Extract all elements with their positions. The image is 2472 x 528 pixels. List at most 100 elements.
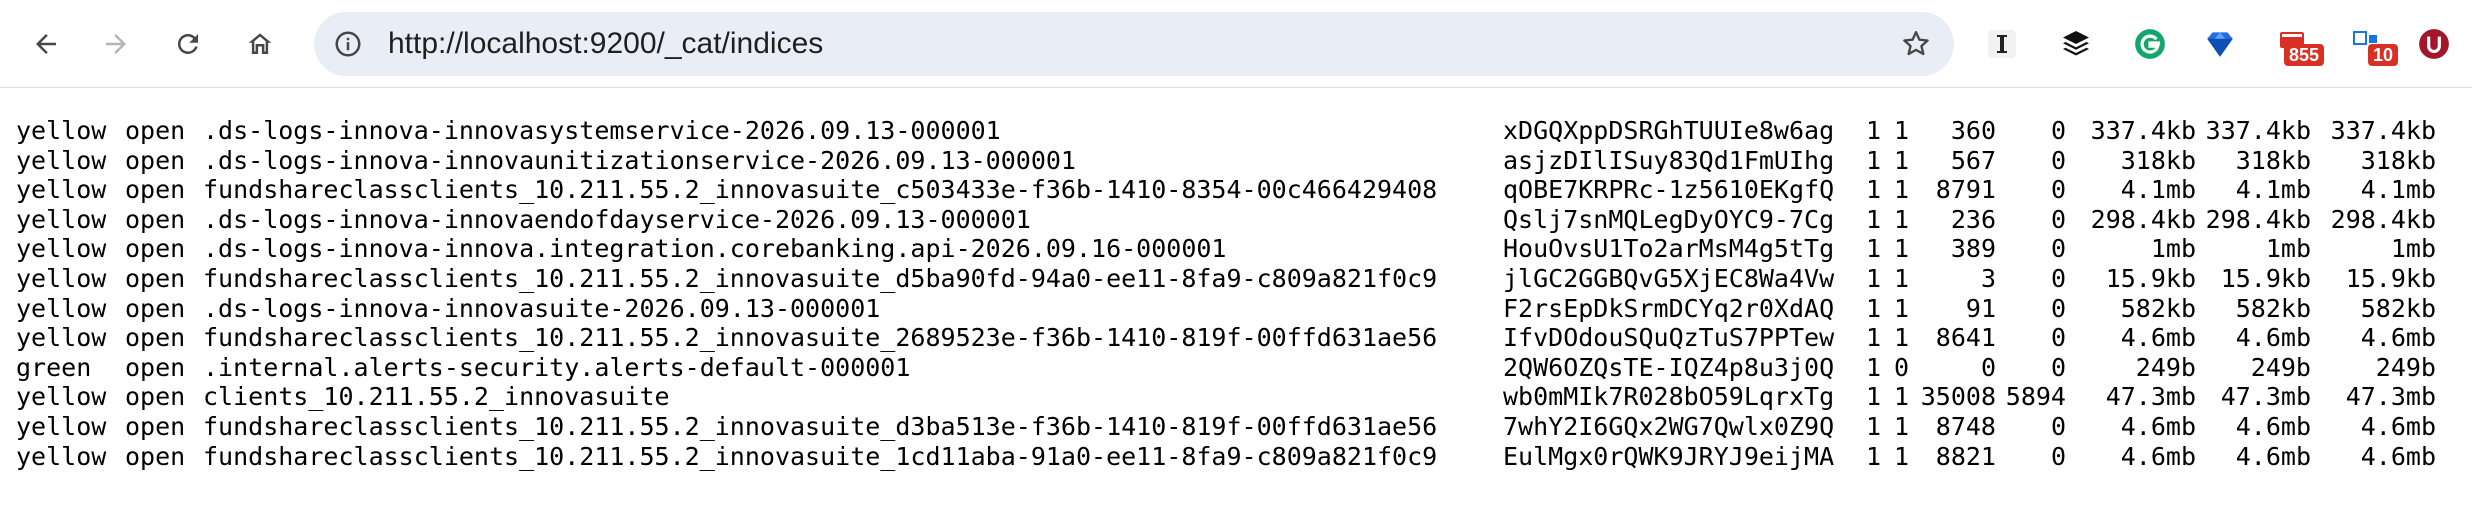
index-index-cell: .ds-logs-innova-innovasystemservice-2026… xyxy=(203,116,1001,145)
index-docs-count-cell: 8791 xyxy=(1935,175,1996,205)
index-status-cell: open xyxy=(125,323,186,353)
index-docs-count-cell: 35008 xyxy=(1920,382,1996,412)
index-uuid-cell: xDGQXppDSRGhTUUIe8w6ag xyxy=(1503,116,1835,145)
back-arrow-icon xyxy=(36,34,56,54)
index-rep-cell: 1 xyxy=(1893,441,1909,471)
index-pri-cell: 1 xyxy=(1865,145,1881,175)
index-rep-cell: 1 xyxy=(1893,204,1909,234)
index-docs-deleted-cell: 0 xyxy=(2050,352,2066,382)
index-pri-cell: 1 xyxy=(1865,323,1881,353)
ext-buffer[interactable] xyxy=(2052,20,2100,68)
index-pri-store-size-cell: 1mb xyxy=(2265,234,2311,264)
index-docs-count-cell: 3 xyxy=(1980,263,1996,293)
index-health-cell: yellow xyxy=(16,116,107,145)
browser-toolbar: http://localhost:9200/_cat/indices 855 1… xyxy=(0,0,2472,88)
index-pri-cell: 1 xyxy=(1865,234,1881,264)
index-pri-store-size-cell: 4.1mb xyxy=(2235,175,2311,205)
index-docs-deleted-cell: 0 xyxy=(2050,263,2066,293)
back-button[interactable] xyxy=(22,20,70,68)
index-dataset-size-cell: 298.4kb xyxy=(2330,204,2436,234)
url-text[interactable]: http://localhost:9200/_cat/indices xyxy=(388,12,823,76)
index-store-size-cell: 4.1mb xyxy=(2120,175,2196,205)
ext-mail[interactable]: 855 xyxy=(2268,20,2324,68)
index-pri-store-size-cell: 4.6mb xyxy=(2235,411,2311,441)
index-docs-count-cell: 0 xyxy=(1980,352,1996,382)
index-status-cell: open xyxy=(125,382,186,412)
index-docs-deleted-cell: 5894 xyxy=(2005,382,2066,412)
index-row: yellow open .ds-logs-innova-innovasuite-20… xyxy=(16,294,2436,324)
index-uuid-cell: asjzDIlISuy83Qd1FmUIhg xyxy=(1503,145,1835,175)
index-docs-deleted-cell: 0 xyxy=(2050,116,2066,145)
index-pri-store-size-cell: 47.3mb xyxy=(2220,382,2311,412)
bookmark-button[interactable] xyxy=(1892,20,1940,68)
index-dataset-size-cell: 249b xyxy=(2375,352,2436,382)
index-store-size-cell: 15.9kb xyxy=(2105,263,2196,293)
reload-button[interactable] xyxy=(164,20,212,68)
cat-indices-output: yellow open .ds-logs-innova-innovasystemse… xyxy=(16,116,2436,471)
index-index-cell: fundshareclassclients_10.211.55.2_innova… xyxy=(203,411,1438,441)
index-row: green open .internal.alerts-security.alert… xyxy=(16,353,2436,383)
index-pri-cell: 1 xyxy=(1865,411,1881,441)
index-index-cell: fundshareclassclients_10.211.55.2_innova… xyxy=(203,263,1438,293)
index-uuid-cell: F2rsEpDkSrmDCYq2r0XdAQ xyxy=(1503,293,1835,323)
index-dataset-size-cell: 318kb xyxy=(2360,145,2436,175)
index-index-cell: fundshareclassclients_10.211.55.2_innova… xyxy=(203,323,1438,353)
forward-button[interactable] xyxy=(92,20,140,68)
index-uuid-cell: 7whY2I6GQx2WG7Qwlx0Z9Q xyxy=(1503,411,1835,441)
index-pri-store-size-cell: 249b xyxy=(2250,352,2311,382)
index-rep-cell: 0 xyxy=(1893,352,1909,382)
index-docs-count-cell: 389 xyxy=(1950,234,1996,264)
ext-grammarly[interactable] xyxy=(2126,20,2174,68)
index-health-cell: yellow xyxy=(16,441,107,471)
ext-instapaper[interactable] xyxy=(1978,20,2026,68)
index-row: yellow open .ds-logs-innova-innovaunitizat… xyxy=(16,146,2436,176)
index-rep-cell: 1 xyxy=(1893,382,1909,412)
index-pri-cell: 1 xyxy=(1865,352,1881,382)
index-uuid-cell: wb0mMIk7R028bO59LqrxTg xyxy=(1503,382,1835,412)
index-row: yellow open .ds-logs-innova-innova.integra… xyxy=(16,234,2436,264)
index-store-size-cell: 318kb xyxy=(2120,145,2196,175)
index-docs-count-cell: 91 xyxy=(1965,293,1996,323)
index-dataset-size-cell: 47.3mb xyxy=(2345,382,2436,412)
index-row: yellow open fundshareclassclients_10.211.5… xyxy=(16,442,2436,472)
index-dataset-size-cell: 4.1mb xyxy=(2360,175,2436,205)
index-store-size-cell: 4.6mb xyxy=(2120,411,2196,441)
home-button[interactable] xyxy=(236,20,284,68)
index-uuid-cell: jlGC2GGBQvG5XjEC8Wa4Vw xyxy=(1503,263,1835,293)
index-docs-deleted-cell: 0 xyxy=(2050,204,2066,234)
index-docs-deleted-cell: 0 xyxy=(2050,145,2066,175)
index-row: yellow open fundshareclassclients_10.211.5… xyxy=(16,412,2436,442)
index-row: yellow open fundshareclassclients_10.211.5… xyxy=(16,264,2436,294)
index-rep-cell: 1 xyxy=(1893,323,1909,353)
index-status-cell: open xyxy=(125,293,186,323)
info-icon xyxy=(335,31,361,57)
index-index-cell: clients_10.211.55.2_innovasuite xyxy=(203,382,670,412)
index-pri-cell: 1 xyxy=(1865,204,1881,234)
address-bar[interactable]: http://localhost:9200/_cat/indices xyxy=(314,12,1954,76)
index-status-cell: open xyxy=(125,411,186,441)
index-uuid-cell: 2QW6OZQsTE-IQZ4p8u3j0Q xyxy=(1503,352,1835,382)
index-docs-count-cell: 236 xyxy=(1950,204,1996,234)
index-docs-deleted-cell: 0 xyxy=(2050,441,2066,471)
index-rep-cell: 1 xyxy=(1893,263,1909,293)
instapaper-icon xyxy=(1988,30,2016,58)
index-uuid-cell: HouOvsU1To2arMsM4g5tTg xyxy=(1503,234,1835,264)
mail-badge: 855 xyxy=(2283,44,2324,66)
ext-u-logo[interactable] xyxy=(2410,20,2458,68)
ext-calendar[interactable]: 10 xyxy=(2342,20,2398,68)
index-status-cell: open xyxy=(125,175,186,205)
calendar-badge: 10 xyxy=(2367,44,2398,66)
index-uuid-cell: EulMgx0rQWK9JRYJ9eijMA xyxy=(1503,441,1835,471)
index-pri-cell: 1 xyxy=(1865,382,1881,412)
index-uuid-cell: Qslj7snMQLegDyOYC9-7Cg xyxy=(1503,204,1835,234)
index-pri-store-size-cell: 337.4kb xyxy=(2205,116,2311,145)
index-pri-store-size-cell: 4.6mb xyxy=(2235,441,2311,471)
index-health-cell: yellow xyxy=(16,234,107,264)
index-health-cell: yellow xyxy=(16,411,107,441)
site-info-button[interactable] xyxy=(324,20,372,68)
index-pri-cell: 1 xyxy=(1865,116,1881,145)
ext-diamond[interactable] xyxy=(2196,20,2244,68)
index-index-cell: .ds-logs-innova-innovaendofdayservice-20… xyxy=(203,204,1031,234)
index-pri-cell: 1 xyxy=(1865,293,1881,323)
index-status-cell: open xyxy=(125,116,186,145)
